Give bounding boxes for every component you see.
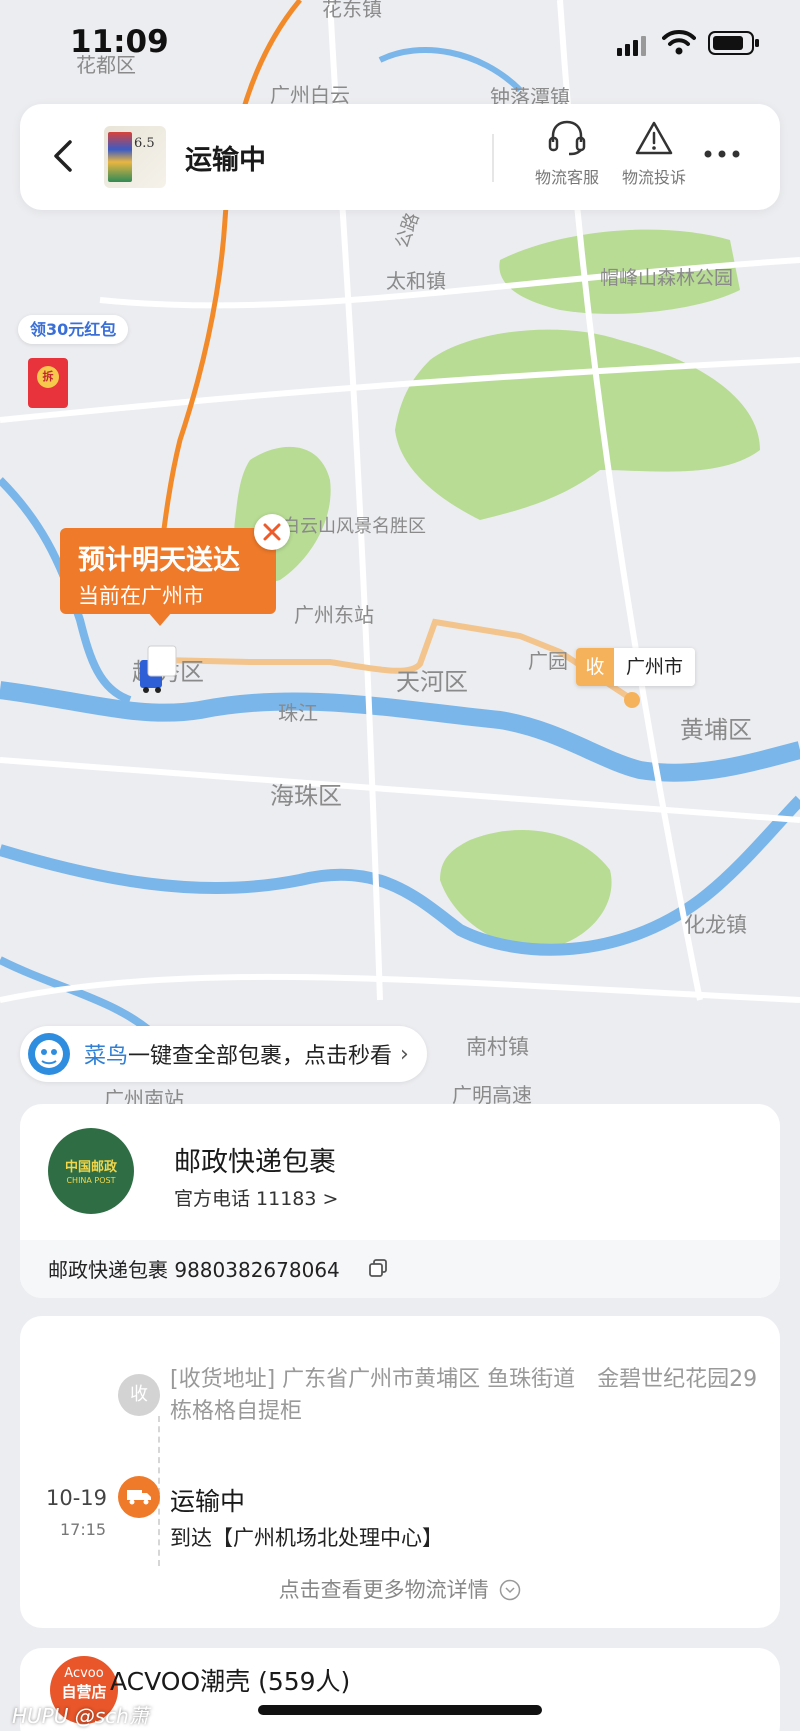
event-detail: 到达【广州机场北处理中心】: [170, 1526, 443, 1550]
complaint-label: 物流投诉: [621, 168, 686, 187]
status-bar: 11:09: [0, 0, 800, 90]
cainiao-banner[interactable]: 菜鸟 一键查全部包裹，点击秒看 ›: [20, 1026, 427, 1082]
customer-service-button[interactable]: 物流客服: [527, 120, 607, 188]
event-date: 10-19: [46, 1486, 108, 1510]
route-end-marker: [624, 692, 640, 708]
map-label-tianhe: 天河区: [396, 668, 468, 696]
map-label-guangyuan: 广园: [528, 649, 568, 673]
status-time: 11:09: [70, 24, 169, 60]
header-card: 6.5 运输中 物流客服 物流投诉: [20, 104, 780, 210]
china-post-logo: 中国邮政 CHINA POST: [48, 1128, 134, 1214]
red-envelope-icon: 拆: [28, 358, 68, 408]
chevron-down-icon: [500, 1579, 521, 1601]
eta-title: 预计明天送达: [78, 545, 240, 576]
battery-icon: [708, 31, 759, 55]
map-label-taihe: 太和镇: [386, 269, 446, 293]
shop-logo-top: Acvoo: [64, 1666, 104, 1681]
cainiao-logo-icon: [28, 1033, 70, 1075]
delivery-address: [收货地址] 广东省广州市黄埔区 鱼珠街道 金碧世纪花园29栋格格自提柜: [170, 1367, 758, 1424]
red-envelope-seal: 拆: [37, 366, 59, 388]
more-details-button[interactable]: 点击查看更多物流详情: [20, 1574, 780, 1604]
map-label-hualong: 化龙镇: [684, 913, 747, 937]
customer-service-label: 物流客服: [534, 168, 599, 187]
page-title: 运输中: [185, 145, 266, 176]
courier-card: 中国邮政 CHINA POST 邮政快递包裹 官方电话 11183 > 邮政快递…: [20, 1104, 780, 1298]
courier-logo-en: CHINA POST: [66, 1176, 116, 1185]
eta-bubble[interactable]: 预计明天送达 当前在广州市: [60, 528, 276, 626]
header-divider: [492, 134, 494, 182]
destination-marker[interactable]: 收 广州市: [576, 648, 696, 686]
wifi-icon: [662, 30, 696, 55]
headset-icon: [548, 120, 586, 156]
complaint-button[interactable]: 物流投诉: [614, 120, 694, 188]
eta-subtitle: 当前在广州市: [78, 584, 204, 608]
coupon-label: 领30元红包: [18, 315, 129, 344]
shop-name: ACVOO潮壳 (559人): [110, 1667, 351, 1696]
event-status: 运输中: [170, 1487, 246, 1516]
address-marker: 收: [118, 1374, 160, 1416]
cainiao-text: 一键查全部包裹，点击秒看: [128, 1044, 393, 1069]
chevron-right-icon: ›: [400, 1041, 409, 1067]
tracking-number: 邮政快递包裹 9880382678064: [48, 1258, 340, 1282]
courier-phone-link[interactable]: 官方电话 11183 >: [174, 1184, 338, 1211]
map-label-huangpu: 黄埔区: [680, 716, 752, 744]
shop-logo-bottom: 自营店: [61, 1683, 107, 1701]
truck-small-icon: [127, 1490, 151, 1505]
red-packet-coupon[interactable]: 领30元红包 拆: [18, 315, 129, 408]
more-details-label: 点击查看更多物流详情: [278, 1578, 489, 1602]
warning-icon: [635, 121, 673, 155]
cainiao-brand: 菜鸟: [84, 1044, 129, 1069]
destination-tag: 收: [576, 648, 614, 686]
map-label-zhujiang: 珠江: [278, 701, 318, 725]
timeline-card: 收 [收货地址] 广东省广州市黄埔区 鱼珠街道 金碧世纪花园29栋格格自提柜 1…: [20, 1316, 780, 1628]
map-label-haizhu: 海珠区: [270, 782, 342, 810]
watermark: HUPU @sch萧: [12, 1704, 149, 1728]
cellular-signal-icon: [617, 36, 646, 56]
back-icon[interactable]: [44, 136, 84, 176]
close-icon[interactable]: [254, 514, 290, 550]
event-time: 17:15: [60, 1520, 107, 1539]
courier-name: 邮政快递包裹: [174, 1147, 336, 1178]
map-label-maofengshan: 帽峰山森林公园: [600, 267, 733, 289]
destination-city: 广州市: [614, 648, 696, 686]
more-options-icon[interactable]: [702, 144, 742, 164]
copy-icon[interactable]: [368, 1258, 388, 1278]
map-label-dongzhan: 广州东站: [294, 603, 374, 627]
product-thumbnail-number: 6.5: [134, 136, 155, 151]
in-transit-marker: [118, 1476, 160, 1518]
product-thumbnail[interactable]: 6.5: [104, 126, 166, 188]
map-label-baiyunshan: 白云山风景名胜区: [282, 516, 426, 537]
courier-logo-cn: 中国邮政: [64, 1160, 117, 1175]
product-thumbnail-art: [108, 132, 132, 182]
home-indicator[interactable]: [258, 1705, 542, 1715]
eta-bubble-tip: [148, 612, 172, 626]
map-label-nancun: 南村镇: [466, 1035, 529, 1059]
